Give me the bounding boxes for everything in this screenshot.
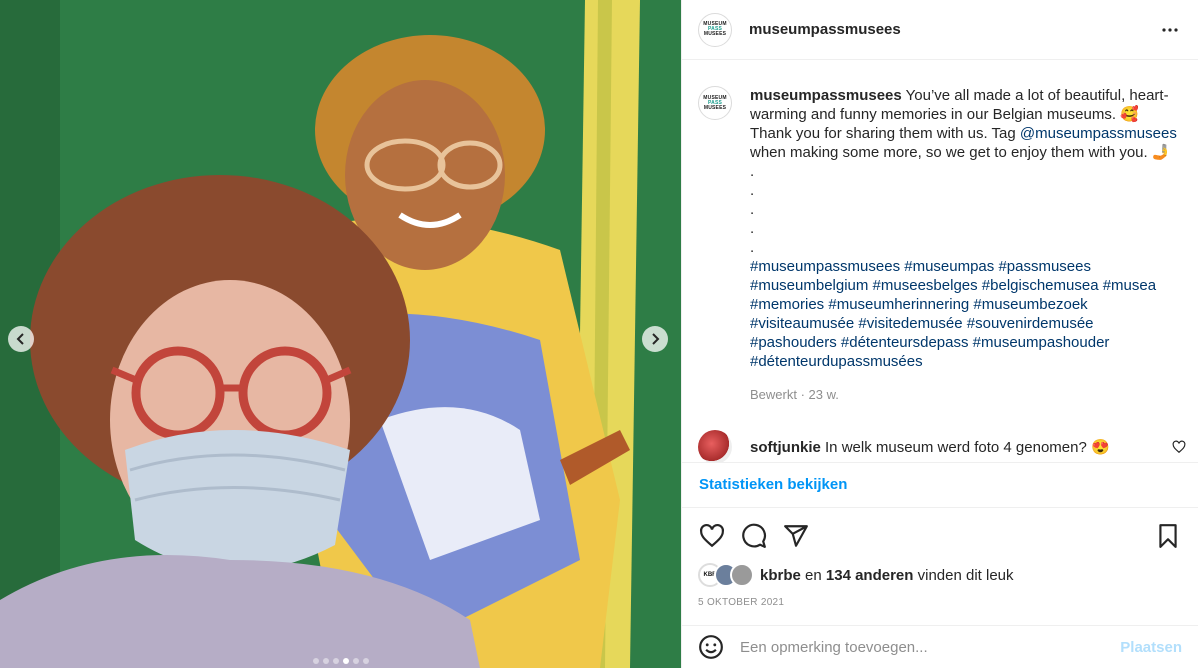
caption-dot: . (750, 201, 755, 218)
comment-input[interactable] (740, 638, 1121, 656)
comment-text: softjunkie In welk museum werd foto 4 ge… (750, 438, 1110, 456)
avatar[interactable] (698, 430, 732, 462)
avatar[interactable]: MUSEUM PASS MUSEES (698, 12, 732, 47)
share-button[interactable] (782, 522, 810, 550)
comment-item: softjunkie In welk museum werd foto 4 ge… (682, 430, 1198, 462)
save-button[interactable] (1154, 522, 1182, 550)
post-header: MUSEUM PASS MUSEES museumpassmusees (682, 0, 1198, 60)
action-bar (698, 522, 1182, 550)
logo-text: MUSEES (703, 104, 727, 111)
carousel-dot-active (343, 658, 349, 664)
carousel-indicator (313, 658, 369, 664)
logo-text: MUSEES (703, 31, 727, 37)
carousel-dot (363, 658, 369, 664)
post-date[interactable]: 5 OKTOBER 2021 (698, 597, 784, 608)
caption-meta: Bewerkt · 23 w. (750, 387, 839, 402)
caption-spacer: . . . . . (750, 162, 1180, 257)
divider (682, 507, 1198, 508)
chevron-left-icon (16, 333, 24, 345)
hashtags[interactable]: #museumpassmusees #museumpas #passmusees… (750, 257, 1180, 371)
comment-username[interactable]: softjunkie (750, 439, 821, 456)
comment-icon (742, 523, 766, 548)
carousel-next-button[interactable] (642, 326, 668, 352)
username-link[interactable]: museumpassmusees (749, 21, 901, 38)
heart-icon (700, 523, 724, 548)
post-image (0, 0, 681, 668)
likes-count-link[interactable]: 134 anderen (826, 567, 914, 584)
likes-summary: KBR kbrbe en 134 anderen vinden dit leuk (698, 563, 1014, 587)
caption-text: when making some more, so we get to enjo… (750, 144, 1171, 161)
more-options-button[interactable] (1158, 18, 1182, 42)
like-button[interactable] (698, 522, 726, 550)
carousel-dot (353, 658, 359, 664)
caption-username[interactable]: museumpassmusees (750, 87, 902, 104)
post-comment-button[interactable]: Plaatsen (1120, 639, 1182, 656)
caption-body: museumpassmusees You’ve all made a lot o… (750, 86, 1180, 404)
caption-dot: . (750, 239, 755, 256)
more-horizontal-icon (1162, 27, 1178, 32)
likes-text: kbrbe en 134 anderen vinden dit leuk (760, 567, 1014, 584)
caption-dot: . (750, 163, 755, 180)
chevron-right-icon (652, 333, 660, 345)
smiley-icon[interactable] (698, 634, 724, 660)
paper-plane-icon (784, 525, 808, 547)
heart-outline-icon[interactable] (1172, 440, 1186, 454)
comment-body: In welk museum werd foto 4 genomen? 😍 (820, 439, 1110, 456)
post-photo[interactable] (0, 0, 681, 668)
carousel-dot (333, 658, 339, 664)
caption: MUSEUM PASS MUSEES museumpassmusees You’… (682, 60, 1198, 404)
view-insights-link[interactable]: Statistieken bekijken (699, 476, 847, 493)
post-details-panel: MUSEUM PASS MUSEES museumpassmusees MUSE… (681, 0, 1198, 668)
likes-connector: en (800, 566, 826, 584)
avatar (730, 563, 754, 587)
comments-section[interactable]: MUSEUM PASS MUSEES museumpassmusees You’… (682, 60, 1198, 463)
likes-suffix: vinden dit leuk (913, 566, 1014, 584)
comment-button[interactable] (740, 522, 768, 550)
mention-link[interactable]: @museumpassmusees (1020, 125, 1177, 142)
caption-dot: . (750, 220, 755, 237)
avatar[interactable]: MUSEUM PASS MUSEES (698, 86, 732, 120)
carousel-prev-button[interactable] (8, 326, 34, 352)
carousel-dot (323, 658, 329, 664)
liker-username[interactable]: kbrbe (760, 567, 801, 584)
caption-dot: . (750, 182, 755, 199)
carousel-dot (313, 658, 319, 664)
liker-avatars[interactable]: KBR (698, 563, 754, 587)
add-comment-bar: Plaatsen (682, 625, 1198, 668)
bookmark-icon (1159, 524, 1177, 548)
